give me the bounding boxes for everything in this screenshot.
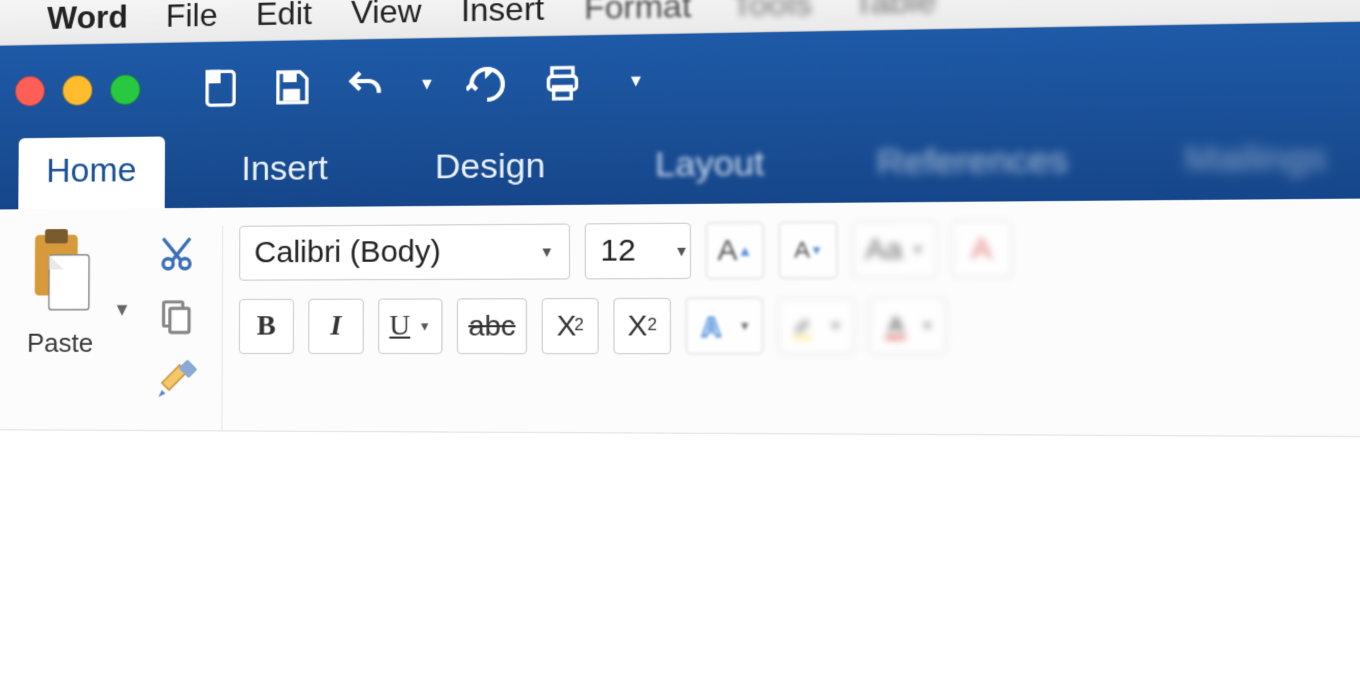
svg-text:A: A (888, 313, 905, 337)
change-case-button[interactable]: Aa▼ (853, 221, 937, 278)
redo-icon[interactable] (466, 63, 508, 105)
subscript-button[interactable]: X2 (542, 298, 599, 354)
font-size-value: 12 (600, 233, 635, 268)
tab-layout[interactable]: Layout (625, 129, 794, 205)
print-icon[interactable] (539, 62, 585, 104)
menubar-item-file[interactable]: File (166, 0, 218, 35)
window-traffic-lights (15, 74, 140, 106)
window-minimize-button[interactable] (62, 75, 92, 105)
paste-dropdown-icon[interactable]: ▼ (113, 299, 131, 320)
menubar-item-view[interactable]: View (351, 0, 422, 31)
tab-home[interactable]: Home (18, 136, 164, 209)
menubar-item-format[interactable]: Format (584, 0, 691, 27)
format-painter-icon[interactable] (153, 356, 200, 403)
undo-icon[interactable] (343, 65, 388, 106)
save-icon[interactable] (271, 67, 312, 108)
bold-button[interactable]: B (239, 299, 294, 354)
quick-access-toolbar: ▼ ▼ (200, 61, 644, 109)
font-size-combo[interactable]: 12 ▼ (585, 223, 691, 280)
italic-button[interactable]: I (308, 299, 364, 354)
ribbon-group-font: Calibri (Body) ▼ 12 ▼ A▲ A▼ Aa▼ (222, 220, 1028, 434)
font-name-value: Calibri (Body) (254, 235, 441, 271)
cut-icon[interactable] (153, 230, 200, 277)
window-zoom-button[interactable] (110, 74, 140, 105)
tab-references[interactable]: References (846, 125, 1100, 203)
menubar-item-tools[interactable]: Tools (732, 0, 812, 25)
copy-icon[interactable] (153, 293, 200, 340)
tab-mailings[interactable]: Mailings (1153, 122, 1359, 200)
menubar-item-table[interactable]: Table (853, 0, 937, 22)
ribbon-home: Paste ▼ Calibri (Body) ▼ (0, 196, 1360, 439)
menubar-app-name[interactable]: Word (47, 0, 128, 37)
svg-text:A: A (702, 313, 721, 341)
tab-insert[interactable]: Insert (213, 134, 357, 208)
document-area[interactable] (0, 430, 1360, 689)
text-effects-button[interactable]: A▼ (686, 298, 763, 355)
underline-button[interactable]: U▼ (378, 298, 442, 354)
paste-icon[interactable] (24, 227, 98, 318)
clear-formatting-button[interactable]: A (951, 220, 1011, 278)
menubar-item-edit[interactable]: Edit (256, 0, 312, 33)
superscript-button[interactable]: X2 (614, 298, 672, 354)
font-name-combo[interactable]: Calibri (Body) ▼ (239, 224, 570, 281)
undo-dropdown-icon[interactable]: ▼ (419, 76, 435, 95)
strikethrough-button[interactable]: abc (457, 298, 527, 354)
autosave-icon[interactable] (200, 68, 241, 109)
highlight-button[interactable]: ▼ (778, 297, 854, 354)
grow-font-button[interactable]: A▲ (706, 222, 765, 279)
chevron-down-icon: ▼ (674, 243, 689, 260)
window-close-button[interactable] (15, 76, 45, 106)
tab-design[interactable]: Design (406, 132, 575, 207)
font-color-button[interactable]: A▼ (869, 297, 946, 354)
chevron-down-icon: ▼ (539, 243, 554, 260)
paste-label: Paste (27, 328, 93, 359)
menubar-item-insert[interactable]: Insert (461, 0, 544, 29)
ribbon-group-clipboard: Paste ▼ (9, 226, 223, 430)
quick-access-overflow-icon[interactable]: ▼ (628, 73, 645, 92)
shrink-font-button[interactable]: A▼ (779, 222, 838, 279)
